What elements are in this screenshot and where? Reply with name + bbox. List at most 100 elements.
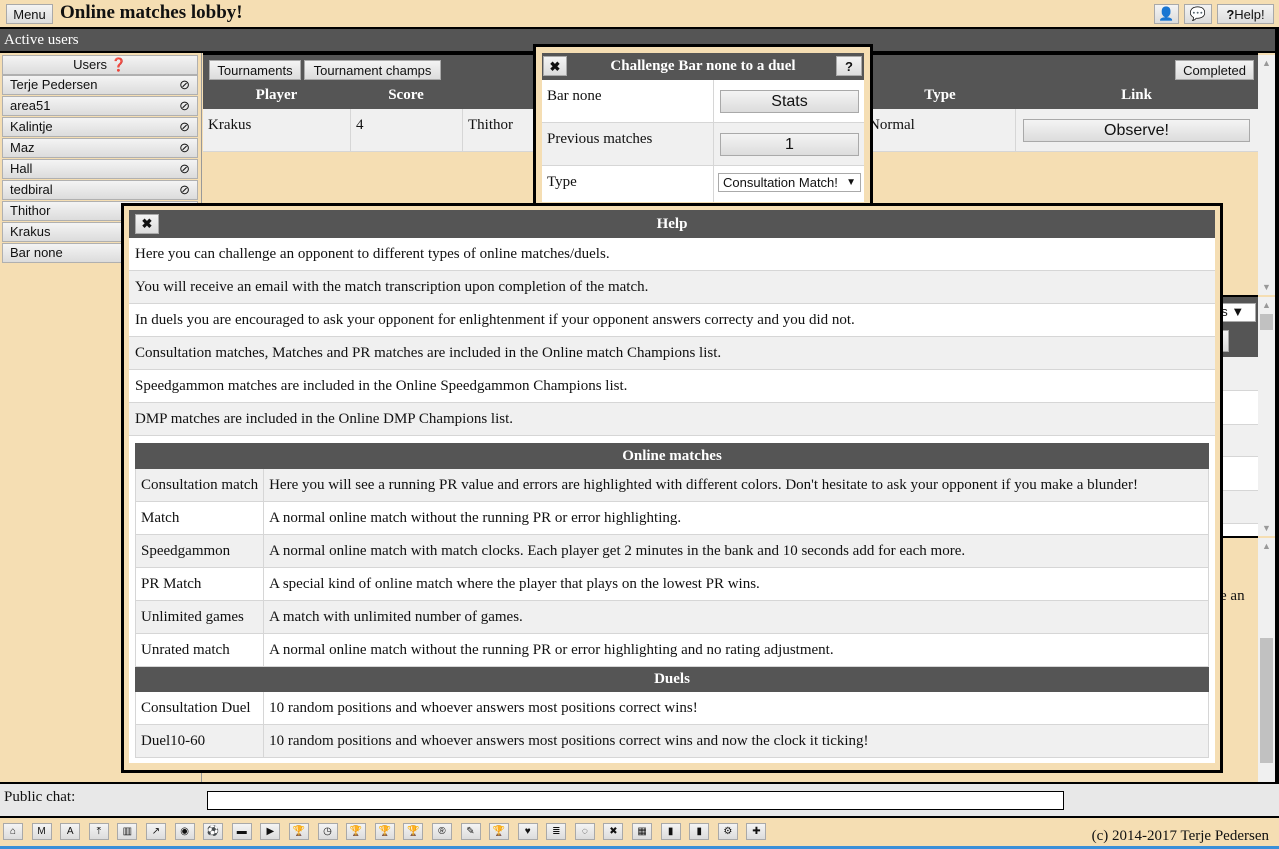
help-dialog: ✖ Help Here you can challenge an opponen…	[121, 203, 1223, 773]
menu-button[interactable]: Menu	[6, 4, 53, 24]
clock-button[interactable]: ◷	[317, 823, 338, 840]
tournament-champs-button[interactable]: Tournament champs	[304, 60, 441, 80]
match-type-name: Match	[134, 501, 265, 535]
help-row: Duel10-60 10 random positions and whoever…	[134, 724, 1209, 758]
second-scrollbar[interactable]: ▲ ▼	[1258, 297, 1275, 536]
user-name: Bar none	[10, 245, 63, 260]
match-type-name: Unrated match	[134, 633, 265, 667]
chat-button[interactable]: 💬	[1184, 4, 1212, 24]
public-chat-bar: Public chat:	[0, 782, 1279, 818]
block-icon[interactable]: ⊘	[179, 76, 190, 94]
user-item[interactable]: Terje Pedersen ⊘	[2, 75, 198, 95]
match-type-name: Speedgammon	[134, 534, 265, 568]
type-label: Type	[547, 174, 577, 190]
user-name: Thithor	[10, 203, 51, 218]
trophy-button[interactable]: 🏆	[374, 823, 395, 840]
trophy-button[interactable]: 🏆	[346, 823, 367, 840]
upload-button[interactable]: ⤒	[88, 823, 109, 840]
bookmark-button[interactable]: ▮	[689, 823, 710, 840]
tournaments-button[interactable]: Tournaments	[209, 60, 301, 80]
m-button[interactable]: M	[31, 823, 52, 840]
close-help-button[interactable]: ✖	[135, 214, 159, 234]
ball-button[interactable]: ⚽	[203, 823, 224, 840]
copyright: (c) 2014-2017 Terje Pedersen	[1091, 828, 1269, 844]
bookmark-button[interactable]: ▮	[660, 823, 681, 840]
matches-scrollbar[interactable]: ▲ ▼	[1258, 55, 1275, 295]
trophy-icon: 🏆	[292, 826, 306, 837]
home-icon: ⌂	[9, 826, 17, 837]
trophy-icon: 🏆	[349, 826, 363, 837]
observe-button[interactable]: Observe!	[1023, 119, 1250, 142]
line-chart-button[interactable]: ↗	[145, 823, 166, 840]
chat-button[interactable]: ◌	[574, 823, 595, 840]
line-chart-icon: ↗	[151, 826, 161, 837]
users-header-button[interactable]: Users ❓	[2, 55, 198, 75]
a-button[interactable]: A	[60, 823, 81, 840]
archive-button[interactable]: ▬	[231, 823, 252, 840]
trophy-button[interactable]: 🏆	[403, 823, 424, 840]
cogs-icon: ⚙	[723, 826, 733, 837]
close-icon: ✖	[141, 216, 153, 231]
a-icon: A	[66, 826, 74, 837]
home-button[interactable]: ⌂	[3, 823, 23, 840]
player-cell: Krakus	[208, 117, 252, 133]
plus-icon: ✚	[752, 826, 761, 837]
user-item[interactable]: area51 ⊘	[2, 96, 198, 116]
database-button[interactable]: ≣	[546, 823, 567, 840]
help-line: Consultation matches, Matches and PR mat…	[129, 337, 1215, 370]
user-item[interactable]: Hall ⊘	[2, 159, 198, 179]
close-challenge-button[interactable]: ✖	[543, 56, 567, 76]
match-type-desc: A normal online match without the runnin…	[263, 633, 1209, 667]
block-icon[interactable]: ⊘	[179, 160, 190, 178]
challenge-help-button[interactable]: ?	[836, 56, 862, 76]
help-line: In duels you are encouraged to ask your …	[129, 304, 1215, 337]
trophy-icon: 🏆	[492, 826, 506, 837]
user-name: Hall	[10, 161, 33, 176]
challenge-title: Challenge Bar none to a duel	[610, 58, 796, 74]
trophy-button[interactable]: 🏆	[288, 823, 309, 840]
help-title: Help	[656, 216, 688, 232]
cogs-button[interactable]: ⚙	[717, 823, 738, 840]
help-button[interactable]: ? Help!	[1217, 4, 1274, 24]
eye-icon: ◉	[180, 826, 189, 837]
bottom-toolbar: ⌂ M A ⤒ ▥ ↗ ◉ ⚽ ▬ ▶ 🏆 ◷ 🏆 🏆 🏆 ® ✎ 🏆 ♥ ≣ ◌ ✖ ▦ ▮ ▮ ⚙ ✚	[3, 823, 767, 840]
page-title: Online matches lobby!	[60, 2, 243, 23]
stats-button[interactable]: Stats	[720, 90, 859, 113]
user-item[interactable]: Maz ⊘	[2, 138, 198, 158]
heart-button[interactable]: ♥	[517, 823, 538, 840]
third-scrollbar[interactable]: ▲	[1258, 538, 1275, 782]
user-name: Maz	[10, 140, 35, 155]
public-chat-input[interactable]	[207, 791, 1064, 810]
film-button[interactable]: ▦	[632, 823, 653, 840]
registered-button[interactable]: ®	[431, 823, 452, 840]
block-icon[interactable]: ⊘	[179, 139, 190, 157]
type-cell: Normal	[869, 117, 915, 133]
user-item[interactable]: Kalintje ⊘	[2, 117, 198, 137]
user-item[interactable]: tedbiral ⊘	[2, 180, 198, 200]
match-type-desc: Here you will see a running PR value and…	[263, 468, 1209, 502]
play-button[interactable]: ▶	[260, 823, 281, 840]
m-icon: M	[37, 826, 46, 837]
bar-chart-button[interactable]: ▥	[117, 823, 138, 840]
completed-button[interactable]: Completed	[1175, 60, 1254, 80]
previous-matches-button[interactable]: 1	[720, 133, 859, 156]
user-button[interactable]: 👤	[1154, 4, 1179, 24]
block-icon[interactable]: ⊘	[179, 181, 190, 199]
online-matches-header: Online matches	[135, 443, 1209, 469]
edit-icon: ✎	[466, 826, 475, 837]
upload-icon: ⤒	[96, 826, 101, 837]
type-select[interactable]: Consultation Match! ▼	[718, 173, 861, 192]
eye-button[interactable]: ◉	[174, 823, 195, 840]
third-panel-text: e an	[1220, 588, 1245, 604]
block-icon[interactable]: ⊘	[179, 97, 190, 115]
close-button[interactable]: ✖	[603, 823, 624, 840]
bookmark-icon: ▮	[667, 826, 674, 837]
match-type-desc: A special kind of online match where the…	[263, 567, 1209, 601]
challenge-dialog: ✖ Challenge Bar none to a duel ? Bar non…	[533, 44, 873, 206]
block-icon[interactable]: ⊘	[179, 118, 190, 136]
edit-button[interactable]: ✎	[460, 823, 481, 840]
col-link: Link	[1121, 87, 1152, 103]
match-type-name: Unlimited games	[134, 600, 265, 634]
plus-button[interactable]: ✚	[746, 823, 767, 840]
trophy-button[interactable]: 🏆	[489, 823, 510, 840]
